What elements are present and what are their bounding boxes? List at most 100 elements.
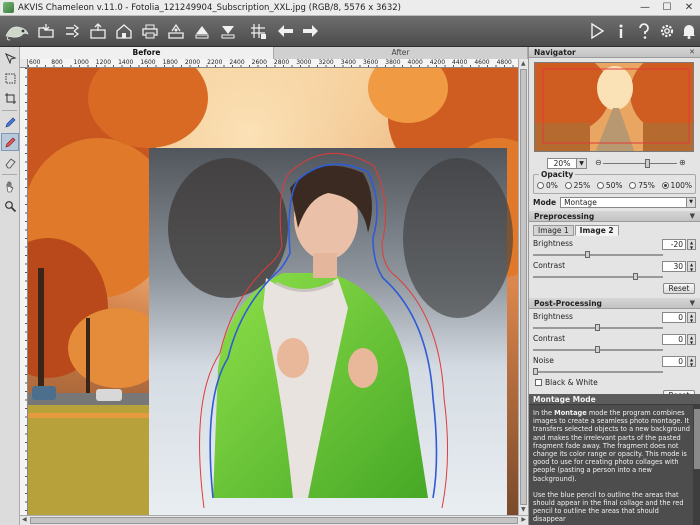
scroll-thumb[interactable] — [520, 69, 527, 505]
brightness-slider-handle[interactable] — [585, 251, 590, 258]
brightness-input[interactable]: 0 — [662, 312, 686, 323]
share-icon[interactable] — [166, 21, 186, 41]
scroll-up-icon[interactable]: ▲ — [521, 60, 526, 68]
zoom-dropdown-icon[interactable]: ▼ — [577, 157, 587, 169]
zoom-slider[interactable]: ⊖ ⊕ — [595, 158, 686, 169]
opacity-option-25[interactable]: 25% — [564, 181, 590, 190]
scroll-right-icon[interactable]: ▶ — [521, 516, 526, 524]
mode-select[interactable]: Montage ▼ — [560, 197, 696, 208]
scroll-down-icon[interactable]: ▼ — [521, 506, 526, 514]
tool-separator — [2, 110, 17, 111]
opacity-option-75[interactable]: 75% — [629, 181, 655, 190]
remove-pencil-tool-icon[interactable] — [1, 133, 19, 151]
opacity-option-100[interactable]: 100% — [661, 181, 692, 190]
navigator-title: Navigator — [534, 48, 576, 57]
ruler-corner — [20, 59, 28, 68]
ruler-tick: 4800 — [496, 59, 512, 66]
noise-input[interactable]: 0 — [662, 356, 686, 367]
opacity-option-0[interactable]: 0% — [537, 181, 558, 190]
tab-image-1[interactable]: Image 1 — [533, 225, 574, 236]
contrast-slider-track[interactable] — [533, 276, 663, 278]
brightness-slider-track[interactable] — [533, 254, 663, 256]
chevron-down-icon[interactable]: ▼ — [686, 198, 695, 207]
home-icon[interactable] — [114, 21, 134, 41]
checkbox-icon[interactable] — [535, 379, 542, 386]
ruler-tick: 2600 — [251, 59, 267, 66]
collapse-icon[interactable]: ✕ — [689, 47, 695, 58]
crop-tool-icon[interactable] — [1, 89, 19, 107]
noise-slider-handle[interactable] — [533, 368, 538, 375]
opacity-label: 75% — [638, 181, 655, 190]
stepper-icon[interactable]: ▲ ▼ — [687, 312, 696, 323]
scroll-left-icon[interactable]: ◀ — [22, 516, 27, 524]
tab-after[interactable]: After — [274, 47, 528, 59]
zoom-slider-handle[interactable] — [645, 158, 650, 168]
noise-slider-track[interactable] — [533, 371, 663, 373]
radio-selected-icon — [661, 182, 669, 189]
navigator-header[interactable]: Navigator ✕ — [529, 47, 700, 58]
hand-tool-icon[interactable] — [1, 177, 19, 195]
contrast-input[interactable]: 0 — [662, 334, 686, 345]
chevron-down-icon[interactable]: ▼ — [690, 298, 695, 309]
brightness-label: Brightness — [533, 239, 573, 248]
preprocessing-reset-button[interactable]: Reset — [663, 283, 695, 294]
minimize-button[interactable]: — — [634, 0, 656, 16]
stepper-icon[interactable]: ▲ ▼ — [687, 239, 696, 250]
chevron-down-icon[interactable]: ▼ — [690, 211, 695, 222]
back-arrow-icon[interactable] — [276, 21, 296, 41]
download-icon[interactable] — [218, 21, 238, 41]
postprocessing-header[interactable]: Post-Processing ▼ — [529, 298, 700, 309]
zoom-in-icon[interactable]: ⊕ — [679, 158, 686, 167]
vertical-ruler — [20, 68, 28, 515]
open-icon[interactable] — [36, 21, 56, 41]
stepper-icon[interactable]: ▲ ▼ — [687, 261, 696, 272]
rect-select-tool-icon[interactable] — [1, 69, 19, 87]
stepper-icon[interactable]: ▲ ▼ — [687, 334, 696, 345]
black-white-checkbox[interactable]: Black & White — [535, 378, 694, 387]
tab-before[interactable]: Before — [20, 47, 274, 59]
main-toolbar — [0, 16, 700, 47]
close-button[interactable]: ✕ — [678, 0, 700, 16]
tools-panel — [0, 47, 20, 525]
zoom-out-icon[interactable]: ⊖ — [595, 158, 602, 167]
forward-arrow-icon[interactable] — [300, 21, 320, 41]
opacity-label: 50% — [605, 181, 623, 190]
zoom-value[interactable]: 20% — [547, 157, 577, 169]
vertical-scrollbar[interactable]: ▲ ▼ — [518, 59, 528, 515]
zoom-tool-icon[interactable] — [1, 197, 19, 215]
save-icon[interactable] — [88, 21, 108, 41]
zoom-row: 20% ▼ ⊖ ⊕ — [529, 155, 700, 171]
print-icon[interactable] — [140, 21, 160, 41]
help-scrollbar[interactable] — [693, 405, 700, 525]
help-icon[interactable] — [634, 21, 654, 41]
brightness-slider-handle[interactable] — [595, 324, 600, 331]
scroll-thumb[interactable] — [694, 409, 700, 469]
post-contrast-param: Contrast 0 ▲ ▼ — [533, 334, 696, 353]
opacity-option-50[interactable]: 50% — [596, 181, 623, 190]
stepper-icon[interactable]: ▲ ▼ — [687, 356, 696, 367]
contrast-slider-handle[interactable] — [633, 273, 638, 280]
eraser-tool-icon[interactable] — [1, 153, 19, 171]
grid-icon[interactable] — [248, 21, 268, 41]
info-icon[interactable] — [611, 21, 631, 41]
batch-icon[interactable] — [62, 21, 82, 41]
horizontal-scrollbar[interactable]: ◀ ▶ — [20, 515, 528, 525]
contrast-slider-handle[interactable] — [595, 346, 600, 353]
bell-icon[interactable] — [679, 21, 699, 41]
contrast-label: Contrast — [533, 334, 566, 343]
upload-icon[interactable] — [192, 21, 212, 41]
image-canvas[interactable] — [28, 68, 518, 515]
select-tool-icon[interactable] — [1, 49, 19, 67]
play-icon[interactable] — [587, 21, 607, 41]
preprocessing-header[interactable]: Preprocessing ▼ — [529, 211, 700, 222]
tab-image-2[interactable]: Image 2 — [574, 225, 619, 236]
scroll-thumb[interactable] — [30, 517, 518, 524]
brightness-input[interactable]: -20 — [662, 239, 686, 250]
contrast-input[interactable]: 30 — [662, 261, 686, 272]
keep-pencil-tool-icon[interactable] — [1, 113, 19, 131]
help-paragraph: Use the blue pencil to outline the areas… — [533, 490, 684, 524]
settings-icon[interactable] — [657, 21, 677, 41]
navigator-preview[interactable] — [534, 62, 694, 152]
maximize-button[interactable]: ☐ — [656, 0, 678, 16]
title-bar: AKVIS Chameleon v.11.0 - Fotolia_1212499… — [0, 0, 700, 16]
